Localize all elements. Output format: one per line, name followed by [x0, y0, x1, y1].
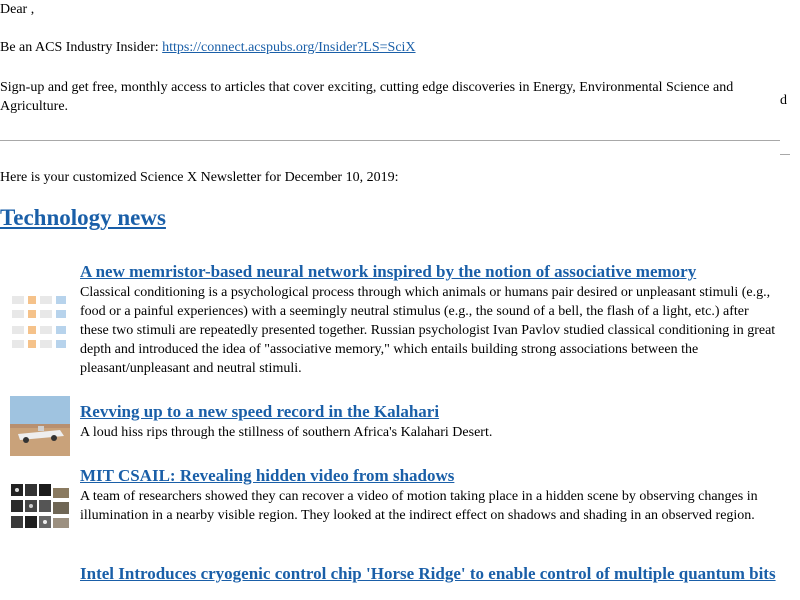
horizontal-divider — [0, 140, 780, 141]
article-summary: A team of researchers showed they can re… — [80, 489, 758, 523]
ad-body-text: Sign-up and get free, monthly access to … — [0, 80, 734, 114]
ad-insider-line: Be an ACS Industry Insider: https://conn… — [0, 40, 416, 56]
ad-lead-text: Be an ACS Industry Insider: — [0, 40, 163, 55]
article-title-link[interactable]: Intel Introduces cryogenic control chip … — [80, 564, 780, 584]
greeting-text: Dear , — [0, 2, 35, 17]
article-summary: Classical conditioning is a psychologica… — [80, 285, 776, 376]
newsletter-intro: Here is your customized Science X Newsle… — [0, 170, 399, 185]
shadow-video-grid-thumbnail[interactable] — [10, 482, 70, 542]
stray-character: d — [780, 93, 787, 108]
divider-fragment — [780, 154, 790, 155]
speed-car-thumbnail[interactable] — [10, 396, 70, 456]
section-title-technology-news[interactable]: Technology news — [0, 205, 166, 231]
article-title-link[interactable]: A new memristor-based neural network ins… — [80, 262, 696, 282]
acs-insider-link[interactable]: https://connect.acspubs.org/Insider?LS=S… — [162, 40, 415, 55]
article-summary: A loud hiss rips through the stillness o… — [80, 425, 493, 440]
article-title-link[interactable]: MIT CSAIL: Revealing hidden video from s… — [80, 466, 454, 486]
article-title-link[interactable]: Revving up to a new speed record in the … — [80, 402, 439, 422]
memristor-figure-thumbnail[interactable] — [10, 292, 70, 352]
